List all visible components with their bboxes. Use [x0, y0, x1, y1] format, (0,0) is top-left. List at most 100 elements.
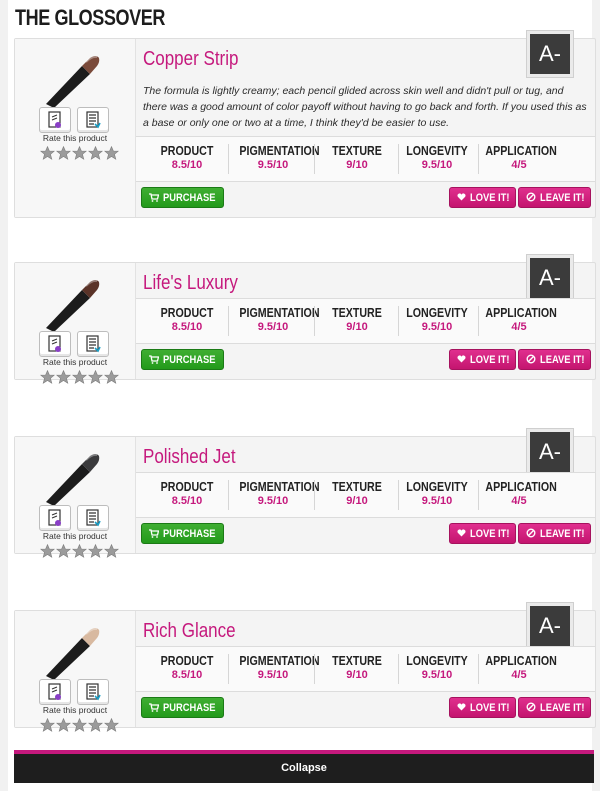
rating-item: PIGMENTATION 9.5/10: [232, 143, 319, 171]
product-name[interactable]: Rich Glance: [143, 620, 236, 643]
love-it-button[interactable]: LOVE IT!: [449, 187, 516, 208]
love-it-button[interactable]: LOVE IT!: [449, 523, 516, 544]
star-icon[interactable]: [40, 145, 55, 160]
purchase-label: PURCHASE: [163, 354, 216, 366]
love-it-button[interactable]: LOVE IT!: [449, 349, 516, 370]
star-rating[interactable]: [40, 145, 120, 160]
star-icon[interactable]: [88, 543, 103, 558]
rating-label: PIGMENTATION: [239, 479, 320, 494]
purchase-button[interactable]: PURCHASE: [141, 187, 224, 208]
product-name[interactable]: Polished Jet: [143, 446, 236, 469]
star-rating[interactable]: [40, 369, 120, 384]
star-icon[interactable]: [40, 543, 55, 558]
star-icon[interactable]: [104, 145, 119, 160]
product-name[interactable]: Copper Strip: [143, 48, 238, 71]
rating-item: TEXTURE 9/10: [316, 305, 398, 333]
star-icon[interactable]: [88, 145, 103, 160]
star-icon[interactable]: [40, 717, 55, 732]
rating-divider: [228, 306, 229, 336]
star-icon[interactable]: [88, 369, 103, 384]
leave-it-button[interactable]: LEAVE IT!: [518, 697, 591, 718]
star-icon[interactable]: [56, 145, 71, 160]
checklist-icon[interactable]: [77, 505, 109, 531]
star-icon[interactable]: [72, 145, 87, 160]
rating-label: PIGMENTATION: [239, 305, 320, 320]
checklist-icon[interactable]: [77, 331, 109, 357]
love-it-label: LOVE IT!: [470, 354, 510, 366]
rating-item: APPLICATION 4/5: [478, 143, 560, 171]
rating-item: PIGMENTATION 9.5/10: [232, 479, 320, 507]
leave-it-label: LEAVE IT!: [540, 354, 585, 366]
rating-label: PRODUCT: [160, 479, 214, 494]
checklist-icon[interactable]: [77, 107, 109, 133]
star-icon[interactable]: [56, 717, 71, 732]
rate-this-product-label: Rate this product: [42, 531, 108, 541]
grade-badge: A-: [526, 30, 574, 78]
star-icon[interactable]: [72, 543, 87, 558]
purchase-button[interactable]: PURCHASE: [141, 697, 224, 718]
rating-item: TEXTURE 9/10: [316, 143, 398, 171]
rate-product-icon[interactable]: [39, 679, 71, 705]
rate-this-product-label: Rate this product: [42, 357, 108, 367]
product-description: The formula is lightly creamy; each penc…: [143, 85, 587, 129]
star-icon[interactable]: [56, 543, 71, 558]
rating-divider: [398, 480, 399, 510]
rating-item: PIGMENTATION 9.5/10: [232, 653, 320, 681]
star-icon[interactable]: [72, 369, 87, 384]
product-name[interactable]: Life's Luxury: [143, 272, 238, 295]
love-it-label: LOVE IT!: [470, 702, 510, 714]
product-image: [42, 624, 102, 680]
rate-product-icon[interactable]: [39, 505, 71, 531]
collapse-button[interactable]: Collapse: [14, 750, 594, 783]
rating-value: 8.5/10: [171, 495, 203, 507]
grade-badge: A-: [526, 602, 574, 650]
rating-value: 9/10: [346, 321, 368, 333]
checklist-icon[interactable]: [77, 679, 109, 705]
product-thumb-panel: Rate this product: [15, 611, 136, 732]
product-details: Rich Glance A- PRODUCT 8.5/10 PIGMENTATION 9.…: [136, 602, 595, 727]
rating-item: PRODUCT 8.5/10: [146, 305, 228, 333]
leave-it-label: LEAVE IT!: [540, 528, 585, 540]
love-it-button[interactable]: LOVE IT!: [449, 697, 516, 718]
rate-this-product-label: Rate this product: [42, 705, 108, 715]
rate-product-icon[interactable]: [39, 107, 71, 133]
star-icon[interactable]: [72, 717, 87, 732]
rating-divider: [314, 306, 315, 336]
product-card: Rate this product Polished Jet A- PRODUCT 8.…: [14, 428, 596, 558]
rating-value: 9.5/10: [421, 321, 453, 333]
rating-label: APPLICATION: [485, 653, 557, 668]
product-image: [42, 276, 102, 332]
grade-badge: A-: [526, 428, 574, 476]
review-page: THE GLOSSOVER Rate this product Copper St…: [8, 0, 596, 791]
rating-item: APPLICATION 4/5: [478, 653, 560, 681]
rating-item: LONGEVITY 9.5/10: [396, 653, 478, 681]
leave-it-button[interactable]: LEAVE IT!: [518, 349, 591, 370]
purchase-button[interactable]: PURCHASE: [141, 523, 224, 544]
page-title: THE GLOSSOVER: [15, 5, 166, 30]
star-icon[interactable]: [104, 369, 119, 384]
star-rating[interactable]: [40, 543, 120, 558]
star-icon[interactable]: [88, 717, 103, 732]
purchase-label: PURCHASE: [163, 528, 216, 540]
rating-divider: [478, 480, 479, 510]
rating-divider: [478, 306, 479, 336]
rating-label: PRODUCT: [160, 143, 214, 158]
purchase-button[interactable]: PURCHASE: [141, 349, 224, 370]
rating-label: LONGEVITY: [406, 653, 468, 668]
leave-it-button[interactable]: LEAVE IT!: [518, 187, 591, 208]
star-icon[interactable]: [56, 369, 71, 384]
leave-it-button[interactable]: LEAVE IT!: [518, 523, 591, 544]
product-card: Rate this product Rich Glance A- PRODUCT 8.5…: [14, 602, 596, 732]
rating-divider: [228, 480, 229, 510]
product-image: [42, 52, 102, 108]
rating-divider: [228, 144, 229, 174]
star-icon[interactable]: [104, 717, 119, 732]
star-icon[interactable]: [40, 369, 55, 384]
rating-value: 9.5/10: [257, 159, 289, 171]
rate-product-icon[interactable]: [39, 331, 71, 357]
rating-item: PRODUCT 8.5/10: [146, 653, 228, 681]
rating-label: PIGMENTATION: [239, 653, 320, 668]
rating-divider: [228, 654, 229, 684]
star-icon[interactable]: [104, 543, 119, 558]
star-rating[interactable]: [40, 717, 120, 732]
